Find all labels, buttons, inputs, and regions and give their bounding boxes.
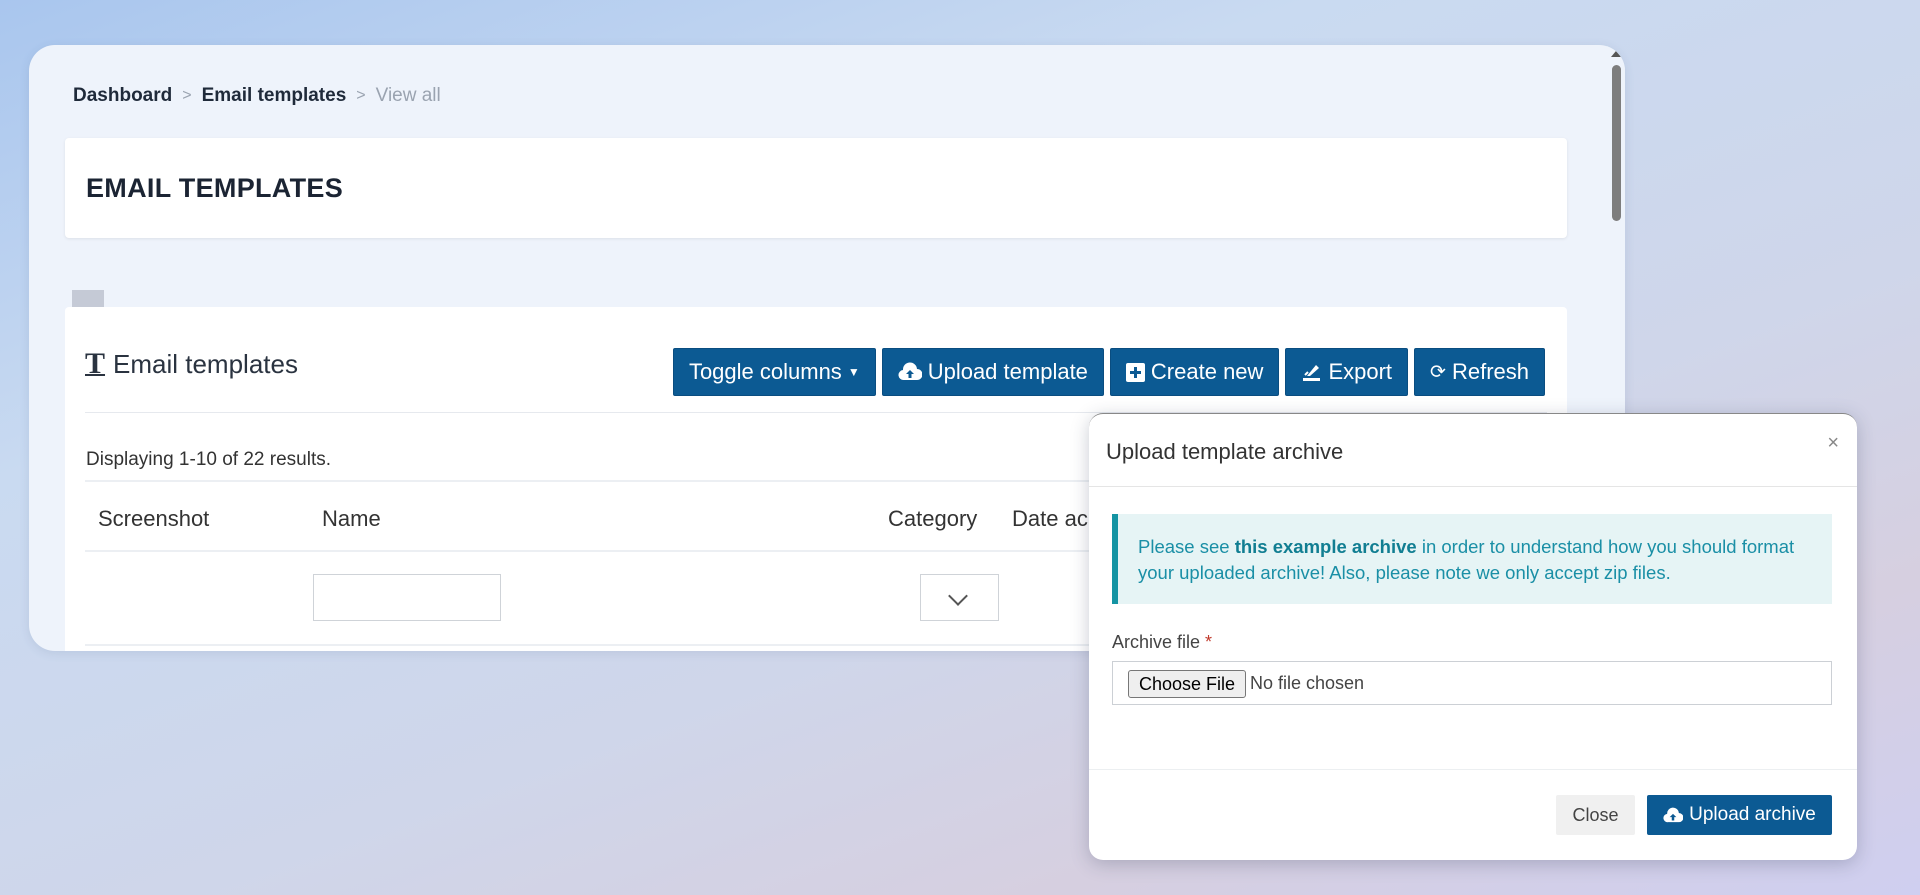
close-icon[interactable]: × (1827, 432, 1839, 455)
title-card: EMAIL TEMPLATES (65, 138, 1567, 238)
results-summary: Displaying 1-10 of 22 results. (86, 449, 332, 470)
export-label: Export (1328, 359, 1393, 384)
breadcrumb-separator: > (356, 87, 366, 104)
cloud-upload-icon (898, 362, 922, 381)
close-button[interactable]: Close (1556, 795, 1635, 835)
breadcrumb-email-templates[interactable]: Email templates (202, 85, 347, 107)
toggle-columns-button[interactable]: Toggle columns ▼ (672, 348, 876, 396)
archive-file-label: Archive file * (1112, 632, 1212, 653)
grid-title: Email templates (113, 348, 298, 379)
grid-toolbar: Toggle columns ▼ Upload template Create … (672, 348, 1545, 396)
create-new-label: Create new (1150, 359, 1264, 384)
alert-text-before: Please see (1138, 536, 1235, 557)
chevron-down-icon (948, 586, 968, 606)
grid-header: T Email templates (85, 347, 298, 381)
scroll-thumb[interactable] (1612, 65, 1621, 221)
breadcrumb-current: View all (375, 85, 441, 106)
upload-template-button[interactable]: Upload template (881, 348, 1104, 396)
refresh-icon: ⟳ (1430, 361, 1446, 383)
divider (1089, 769, 1857, 770)
choose-file-button[interactable]: Choose File (1128, 670, 1247, 698)
cloud-upload-icon (1663, 807, 1684, 822)
caret-down-icon: ▼ (847, 365, 860, 379)
toggle-columns-label: Toggle columns (688, 359, 842, 384)
refresh-button[interactable]: ⟳ Refresh (1414, 348, 1545, 396)
file-status-text: No file chosen (1250, 673, 1365, 693)
divider (1089, 486, 1857, 487)
category-filter-select[interactable] (920, 574, 999, 621)
archive-file-input[interactable]: Choose File No file chosen (1112, 661, 1832, 705)
create-new-button[interactable]: Create new (1109, 348, 1280, 396)
upload-archive-label: Upload archive (1689, 804, 1816, 825)
scroll-up-arrow-icon[interactable] (1611, 51, 1621, 57)
required-mark: * (1205, 632, 1213, 652)
modal-title: Upload template archive (1106, 439, 1344, 464)
column-header-screenshot[interactable]: Screenshot (98, 506, 209, 532)
column-header-date-added[interactable]: Date ac (1012, 506, 1088, 532)
export-button[interactable]: Export (1285, 348, 1409, 396)
refresh-label: Refresh (1451, 359, 1529, 384)
export-icon (1303, 364, 1321, 381)
breadcrumb-dashboard[interactable]: Dashboard (73, 85, 172, 107)
archive-file-label-text: Archive file (1112, 632, 1201, 652)
breadcrumb: Dashboard > Email templates > View all (73, 85, 441, 107)
plus-square-icon (1125, 362, 1145, 382)
example-archive-link[interactable]: this example archive (1235, 536, 1417, 557)
upload-archive-button[interactable]: Upload archive (1647, 795, 1832, 835)
name-filter-input[interactable] (313, 574, 501, 621)
text-format-icon: T (85, 347, 106, 380)
info-alert: Please see this example archive in order… (1112, 514, 1832, 604)
column-header-category[interactable]: Category (888, 506, 977, 532)
upload-template-label: Upload template (927, 359, 1088, 384)
breadcrumb-separator: > (182, 87, 192, 104)
page-title: EMAIL TEMPLATES (86, 173, 344, 203)
upload-template-modal: Upload template archive × Please see thi… (1089, 413, 1857, 860)
column-header-name[interactable]: Name (322, 506, 381, 532)
